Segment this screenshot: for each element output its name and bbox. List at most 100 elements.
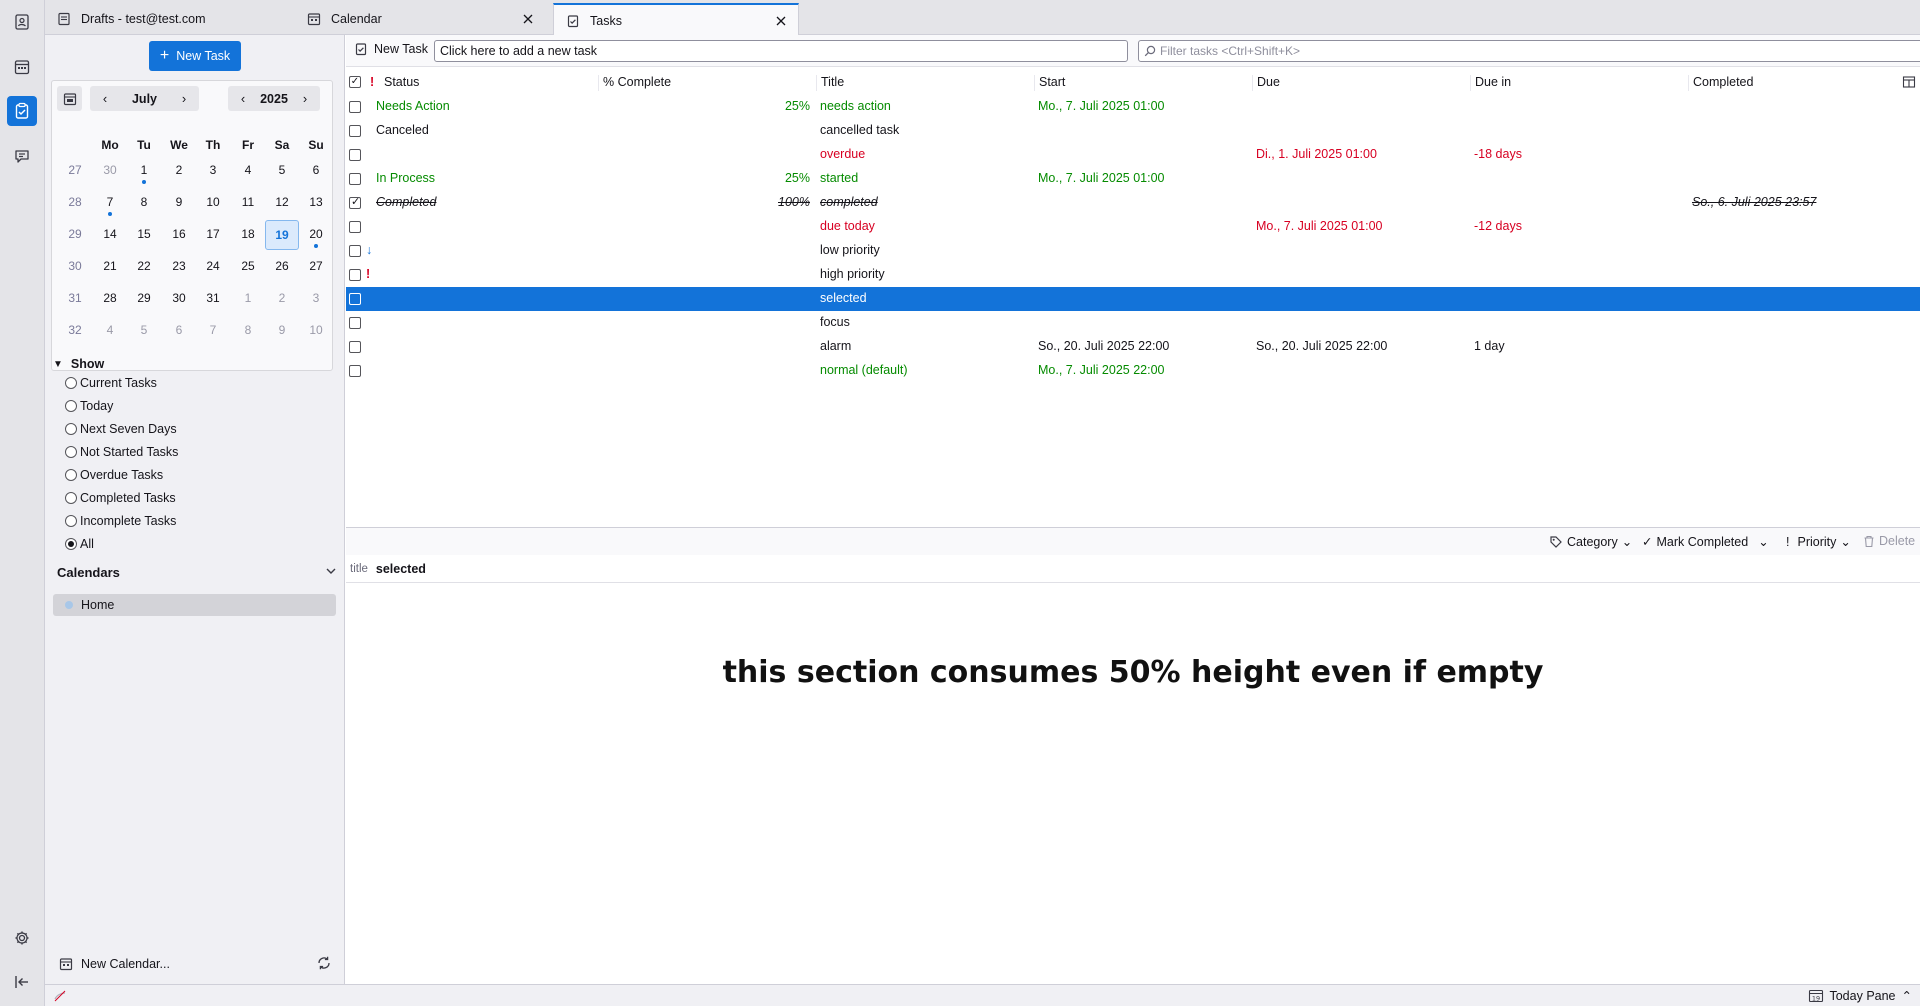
checkbox[interactable] bbox=[349, 125, 361, 137]
day-cell[interactable]: 25 bbox=[233, 252, 263, 282]
delete-button[interactable]: Delete bbox=[1863, 534, 1915, 548]
day-cell[interactable]: 21 bbox=[95, 252, 125, 282]
tasks-space-icon[interactable] bbox=[7, 96, 37, 126]
radio-button[interactable] bbox=[65, 377, 77, 389]
filter-tasks-input[interactable] bbox=[1160, 44, 1860, 58]
day-cell[interactable]: 3 bbox=[301, 284, 331, 314]
column-header-start[interactable]: Start bbox=[1034, 75, 1252, 91]
next-year-icon[interactable]: › bbox=[296, 91, 314, 106]
checkbox[interactable] bbox=[349, 341, 361, 353]
column-header-percent-complete[interactable]: % Complete bbox=[598, 75, 816, 91]
day-cell[interactable]: 24 bbox=[198, 252, 228, 282]
day-cell[interactable]: 29 bbox=[129, 284, 159, 314]
day-cell[interactable]: 22 bbox=[129, 252, 159, 282]
day-cell[interactable]: 4 bbox=[233, 156, 263, 186]
column-header-status[interactable]: Status bbox=[380, 75, 598, 91]
column-picker-icon[interactable] bbox=[1902, 75, 1916, 89]
radio-button[interactable] bbox=[65, 515, 77, 527]
filter-today[interactable]: Today bbox=[65, 399, 113, 413]
day-cell[interactable]: 23 bbox=[164, 252, 194, 282]
checkbox[interactable] bbox=[349, 101, 361, 113]
filter-not-started[interactable]: Not Started Tasks bbox=[65, 445, 178, 459]
category-button[interactable]: Category ⌄ bbox=[1549, 534, 1632, 549]
day-cell[interactable]: 20 bbox=[301, 220, 331, 250]
checkbox[interactable] bbox=[349, 365, 361, 377]
table-row[interactable]: In Process 25% started Mo., 7. Juli 2025 01… bbox=[346, 167, 1920, 191]
day-cell[interactable]: 18 bbox=[233, 220, 263, 250]
chevron-down-icon[interactable]: ⌄ bbox=[1758, 534, 1768, 549]
table-row[interactable]: selected bbox=[346, 287, 1920, 311]
day-cell[interactable]: 14 bbox=[95, 220, 125, 250]
table-row[interactable]: overdue Di., 1. Juli 2025 01:00 -18 days bbox=[346, 143, 1920, 167]
day-cell[interactable]: 5 bbox=[129, 316, 159, 346]
filter-incomplete[interactable]: Incomplete Tasks bbox=[65, 514, 176, 528]
day-cell[interactable]: 15 bbox=[129, 220, 159, 250]
day-cell[interactable]: 26 bbox=[267, 252, 297, 282]
radio-button[interactable] bbox=[65, 400, 77, 412]
close-icon[interactable] bbox=[521, 12, 535, 26]
day-cell[interactable]: 30 bbox=[164, 284, 194, 314]
previous-year-icon[interactable]: ‹ bbox=[234, 91, 252, 106]
calendar-space-icon[interactable] bbox=[7, 52, 37, 82]
table-row[interactable]: ↓ low priority bbox=[346, 239, 1920, 263]
checkbox[interactable] bbox=[349, 173, 361, 185]
checkbox[interactable] bbox=[349, 221, 361, 233]
day-cell[interactable]: 6 bbox=[164, 316, 194, 346]
radio-button[interactable] bbox=[65, 446, 77, 458]
table-row[interactable]: alarm So., 20. Juli 2025 22:00 So., 20. Ju… bbox=[346, 335, 1920, 359]
day-cell[interactable]: 1 bbox=[129, 156, 159, 186]
table-row[interactable]: due today Mo., 7. Juli 2025 01:00 -12 days bbox=[346, 215, 1920, 239]
day-cell[interactable]: 13 bbox=[301, 188, 331, 218]
show-header[interactable]: ▼ Show bbox=[53, 357, 104, 371]
day-cell[interactable]: 2 bbox=[164, 156, 194, 186]
column-header-completed-checkbox[interactable]: ✓ bbox=[346, 75, 361, 91]
checkbox[interactable] bbox=[349, 293, 361, 305]
day-cell[interactable]: 31 bbox=[198, 284, 228, 314]
day-cell[interactable]: 1 bbox=[233, 284, 263, 314]
day-cell[interactable]: 9 bbox=[164, 188, 194, 218]
day-cell[interactable]: 8 bbox=[129, 188, 159, 218]
priority-column-icon[interactable]: ! bbox=[366, 75, 380, 91]
column-header-title[interactable]: Title bbox=[816, 75, 1034, 91]
tab-calendar[interactable]: Calendar bbox=[295, 3, 545, 35]
filter-overdue[interactable]: Overdue Tasks bbox=[65, 468, 163, 482]
checkbox[interactable] bbox=[349, 149, 361, 161]
settings-icon[interactable] bbox=[7, 923, 37, 953]
address-book-icon[interactable] bbox=[7, 7, 37, 37]
priority-button[interactable]: ! Priority ⌄ bbox=[1786, 534, 1851, 550]
filter-next-seven-days[interactable]: Next Seven Days bbox=[65, 422, 177, 436]
filter-tasks-box[interactable] bbox=[1138, 40, 1920, 62]
mark-completed-button[interactable]: ✓ Mark Completed ⌄ bbox=[1642, 534, 1769, 550]
close-icon[interactable] bbox=[774, 14, 788, 28]
day-cell[interactable]: 11 bbox=[233, 188, 263, 218]
checkbox-checked[interactable] bbox=[349, 195, 361, 209]
day-cell[interactable]: 5 bbox=[267, 156, 297, 186]
sync-icon[interactable] bbox=[316, 955, 332, 971]
checkbox[interactable] bbox=[349, 317, 361, 329]
calendar-list-item-home[interactable]: Home bbox=[53, 594, 336, 616]
column-header-due[interactable]: Due bbox=[1252, 75, 1470, 91]
toolbar-new-task-button[interactable]: New Task bbox=[354, 42, 428, 56]
column-header-due-in[interactable]: Due in bbox=[1470, 75, 1688, 91]
day-cell[interactable]: 30 bbox=[95, 156, 125, 186]
radio-button[interactable] bbox=[65, 423, 77, 435]
calendars-header[interactable]: Calendars bbox=[57, 565, 337, 580]
table-row[interactable]: normal (default) Mo., 7. Juli 2025 22:00 bbox=[346, 359, 1920, 383]
today-pane-toggle[interactable]: 19 Today Pane ⌃ bbox=[1808, 988, 1912, 1003]
online-status-icon[interactable] bbox=[53, 989, 67, 1003]
chat-icon[interactable] bbox=[7, 141, 37, 171]
day-cell[interactable]: 16 bbox=[164, 220, 194, 250]
chevron-down-icon[interactable] bbox=[325, 565, 337, 577]
day-cell[interactable]: 2 bbox=[267, 284, 297, 314]
day-cell[interactable]: 7 bbox=[95, 188, 125, 218]
day-cell[interactable]: 4 bbox=[95, 316, 125, 346]
quick-add-task-input[interactable] bbox=[434, 40, 1128, 62]
previous-month-icon[interactable]: ‹ bbox=[96, 91, 114, 106]
day-cell[interactable]: 17 bbox=[198, 220, 228, 250]
today-day-cell[interactable]: 19 bbox=[265, 220, 299, 250]
day-cell[interactable]: 9 bbox=[267, 316, 297, 346]
table-row[interactable]: Needs Action 25% needs action Mo., 7. Juli … bbox=[346, 95, 1920, 119]
table-row[interactable]: focus bbox=[346, 311, 1920, 335]
filter-all[interactable]: All bbox=[65, 537, 94, 551]
day-cell[interactable]: 27 bbox=[301, 252, 331, 282]
